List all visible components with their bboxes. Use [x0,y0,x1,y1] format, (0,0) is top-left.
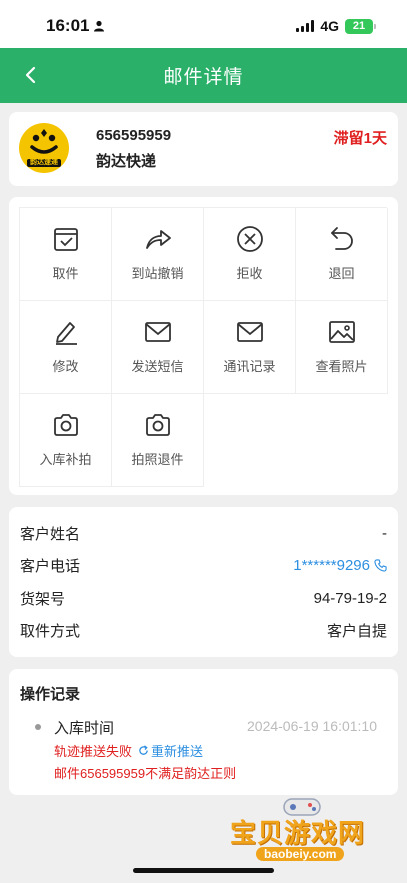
action-call-log[interactable]: 通讯记录 [204,301,296,394]
action-photo-return[interactable]: 拍照退件 [112,394,204,487]
action-label: 修改 [52,359,79,374]
watermark-text: 宝贝游戏网 [230,818,366,848]
action-revoke-arrival[interactable]: 到站撤销 [112,208,204,301]
action-label: 退回 [328,266,355,281]
stay-status-badge: 滞留1天 [333,130,387,147]
action-label: 拍照退件 [131,452,184,467]
status-time: 16:01 [46,16,90,35]
action-return[interactable]: 退回 [296,208,388,301]
courier-logo: 韵达速递 [19,123,69,173]
shelf-label: 货架号 [20,590,66,608]
shelf-value: 94-79-19-2 [313,589,387,607]
actions-grid: 取件 到站撤销 拒收 退回 修改 发送短信 通讯记录 查看照片 入库补拍 拍照退… [19,207,388,487]
customer-phone-link[interactable]: 1******9296 [293,557,387,574]
action-label: 入库补拍 [39,452,92,467]
signal-icon [296,20,315,32]
status-time-group: 16:01 [46,16,105,36]
battery-icon: 21 [345,18,376,34]
rule-error-line: 邮件656595959不满足韵达正则 [54,763,387,782]
circle-x-icon [236,226,263,252]
action-send-sms[interactable]: 发送短信 [112,301,204,394]
pencil-icon [55,322,77,345]
timeline-dot [35,724,41,730]
battery-level: 21 [352,20,366,32]
action-label: 通讯记录 [223,359,276,374]
camera-icon [145,414,170,436]
chevron-left-icon [25,66,36,84]
action-label: 取件 [52,266,79,281]
pickup-method-row: 取件方式 客户自提 [20,615,387,648]
envelope-icon [236,322,263,342]
operation-log-card: 操作记录 入库时间 2024-06-19 16:01:10 轨迹推送失败 重新推… [9,669,398,795]
pickup-method-label: 取件方式 [20,623,81,641]
action-label: 发送短信 [131,359,184,374]
customer-name-label: 客户姓名 [20,525,81,543]
rule-error-text: 邮件656595959不满足韵达正则 [54,766,237,781]
repush-label: 重新推送 [151,744,204,759]
page-title: 邮件详情 [163,67,244,88]
action-retake-storage-photo[interactable]: 入库补拍 [20,394,112,487]
share-arrow-icon [145,230,171,249]
watermark: 宝贝游戏网 baobeiy.com [230,795,380,865]
logo-text: 韵达速递 [30,159,58,166]
undo-arrow-icon [330,227,353,250]
action-pickup[interactable]: 取件 [20,208,112,301]
calendar-check-icon [53,228,78,251]
actions-card: 取件 到站撤销 拒收 退回 修改 发送短信 通讯记录 查看照片 入库补拍 拍照退… [9,197,398,495]
phone-icon [374,559,387,572]
courier-name: 韵达快递 [96,153,157,170]
action-label: 拒收 [236,266,263,281]
customer-phone-value: 1******9296 [293,557,370,575]
log-title: 操作记录 [20,686,81,703]
status-indicators: 4G 21 [296,18,376,34]
log-time: 2024-06-19 16:01:10 [247,718,377,734]
customer-name-value: - [382,524,387,542]
log-entry: 入库时间 2024-06-19 16:01:10 轨迹推送失败 重新推送 邮件6… [20,717,387,782]
repush-button[interactable]: 重新推送 [138,741,203,760]
action-label: 查看照片 [315,359,368,374]
status-bar: 16:01 4G 21 [0,0,407,48]
header-bar: 邮件详情 [0,48,407,103]
pickup-method-value: 客户自提 [326,623,387,641]
action-edit[interactable]: 修改 [20,301,112,394]
camera-icon [53,414,78,436]
home-indicator [133,868,274,873]
push-failed-line: 轨迹推送失败 重新推送 [54,741,387,760]
refresh-icon [139,745,148,755]
action-reject[interactable]: 拒收 [204,208,296,301]
action-view-photos[interactable]: 查看照片 [296,301,388,394]
network-type: 4G [320,18,339,34]
action-label: 到站撤销 [131,266,184,281]
back-button[interactable] [16,60,44,90]
shelf-row: 货架号 94-79-19-2 [20,582,387,615]
customer-phone-label: 客户电话 [20,558,81,576]
customer-name-row: 客户姓名 - [20,517,387,550]
envelope-icon [144,322,171,342]
watermark-url: baobeiy.com [256,847,345,861]
courier-card: 韵达速递 656595959 韵达快递 滞留1天 [9,112,398,186]
push-failed-text: 轨迹推送失败 [54,744,133,759]
customer-phone-row: 客户电话 1******9296 [20,550,387,583]
person-icon [94,20,105,32]
tracking-number: 656595959 [96,127,172,144]
image-icon [328,321,355,343]
customer-info-card: 客户姓名 - 客户电话 1******9296 货架号 94-79-19-2 取… [9,507,398,657]
